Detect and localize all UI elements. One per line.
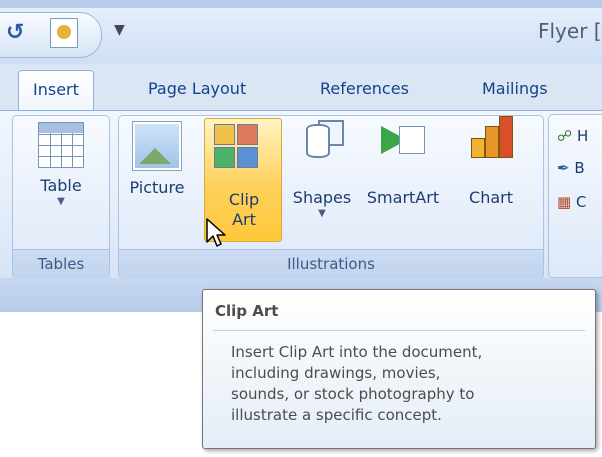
table-button[interactable]: Table ▼ (23, 122, 99, 208)
hyperlink-item[interactable]: ☍ H (557, 127, 588, 145)
tab-references[interactable]: References (320, 70, 409, 108)
smartart-button[interactable]: SmartArt (360, 116, 446, 208)
group-tables: Table ▼ Tables (12, 115, 110, 279)
clip-art-tooltip: Clip Art Insert Clip Art into the docume… (202, 289, 596, 449)
group-label-illustrations: Illustrations (119, 249, 543, 278)
tooltip-line: sounds, or stock photography to (231, 385, 475, 403)
clip-art-label-line1: Clip (228, 190, 260, 209)
customize-toolbar-dropdown[interactable]: ▼ (114, 22, 125, 38)
tooltip-title: Clip Art (215, 302, 279, 320)
ribbon-tabs: Insert Page Layout References Mailings (0, 64, 602, 111)
smartart-icon (381, 116, 425, 160)
chart-icon (469, 116, 513, 160)
document-icon[interactable] (50, 18, 78, 48)
hyperlink-label: H (576, 127, 589, 145)
cross-reference-label: C (575, 193, 587, 211)
cross-reference-icon: ▦ (557, 193, 572, 211)
chevron-down-icon: ▼ (57, 196, 65, 207)
shapes-icon (300, 116, 344, 160)
shapes-button-label: Shapes (292, 188, 352, 207)
title-bar-top-strip (0, 0, 602, 8)
bookmark-icon: ✒ (557, 159, 570, 177)
tooltip-body: Insert Clip Art into the document, inclu… (231, 342, 581, 426)
tooltip-line: Insert Clip Art into the document, (231, 343, 483, 361)
table-button-label: Table (40, 176, 82, 195)
tab-mailings[interactable]: Mailings (482, 70, 548, 108)
tooltip-divider (213, 330, 585, 331)
tab-page-layout[interactable]: Page Layout (148, 70, 246, 108)
tooltip-line: illustrate a specific concept. (231, 406, 442, 424)
table-icon (38, 122, 84, 168)
smartart-button-label: SmartArt (366, 188, 440, 207)
undo-icon[interactable]: ↺ (6, 20, 24, 45)
bookmark-item[interactable]: ✒ B (557, 159, 585, 177)
bookmark-label: B (574, 159, 585, 177)
chart-button-label: Chart (469, 188, 513, 207)
tab-insert[interactable]: Insert (18, 70, 94, 111)
picture-icon (132, 121, 182, 171)
clip-art-icon (214, 124, 260, 168)
hyperlink-icon: ☍ (557, 127, 573, 145)
chart-button[interactable]: Chart (456, 116, 526, 208)
window-title: Flyer [ (538, 19, 602, 43)
mouse-cursor-icon (206, 218, 226, 247)
cross-reference-item[interactable]: ▦ C (557, 193, 586, 211)
title-bar: ↺ ▼ Flyer [ (0, 0, 602, 64)
picture-button-label: Picture (129, 178, 185, 197)
chevron-down-icon: ▼ (318, 208, 326, 219)
group-links-partial: ☍ H ✒ B ▦ C (548, 114, 602, 278)
tooltip-line: including drawings, movies, (231, 364, 441, 382)
picture-button[interactable]: Picture (119, 121, 195, 198)
group-label-tables: Tables (13, 249, 109, 278)
shapes-button[interactable]: Shapes ▼ (284, 116, 360, 220)
